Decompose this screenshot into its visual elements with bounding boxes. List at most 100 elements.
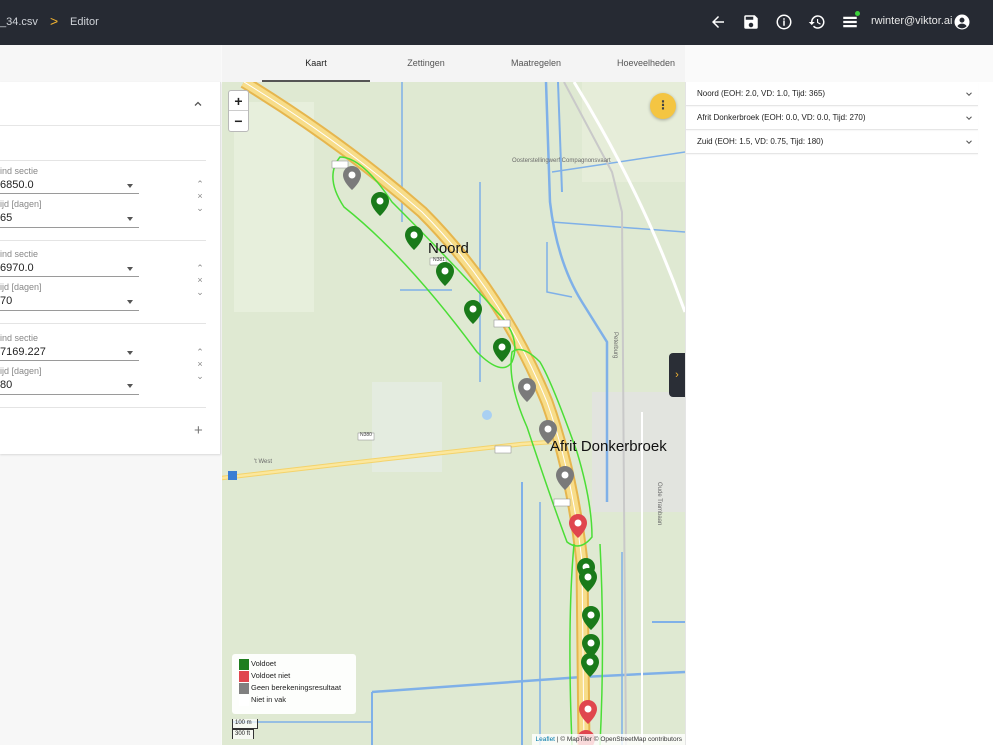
accordion-item-noord[interactable]: Noord (EOH: 2.0, VD: 1.0, Tijd: 365) — [686, 82, 978, 106]
map-scale: 100 m 300 ft — [232, 719, 258, 739]
field-eind-sectie[interactable]: 6850.0 — [0, 179, 34, 191]
legend-item: Voldoet — [236, 658, 352, 670]
tab-zettingen[interactable]: Zettingen — [371, 45, 481, 82]
row-reorder-down-icon[interactable]: ⌄ — [194, 204, 206, 213]
row-divider — [0, 407, 206, 408]
sections-card: ind sectie 6850.0 ijd [dagen] 65 ⌃ × ⌄ i… — [0, 82, 221, 454]
map-place-label: Oude Trambaan — [656, 482, 662, 526]
attribution-text: | © MapTiler © OpenStreetMap contributor… — [555, 736, 682, 743]
legend-swatch-green — [239, 659, 249, 670]
field-underline — [0, 394, 139, 395]
map-place-label: Peterburg — [612, 332, 618, 359]
field-eind-sectie[interactable]: 6970.0 — [0, 262, 34, 274]
chevron-up-icon[interactable] — [192, 98, 204, 110]
legend-swatch-red — [239, 671, 249, 682]
field-underline — [0, 276, 139, 277]
field-label-eind-sectie: ind sectie — [0, 249, 39, 259]
map-menu-button[interactable]: ⋮ — [650, 93, 676, 119]
legend-swatch-white — [239, 695, 249, 706]
accordion-item-zuid[interactable]: Zuid (EOH: 1.5, VD: 0.75, Tijd: 180) — [686, 130, 978, 154]
road-shield-label: N381 — [433, 257, 445, 263]
legend-label: Geen berekeningsresultaat — [251, 683, 342, 692]
dropdown-caret-icon[interactable] — [127, 267, 133, 271]
breadcrumb-editor[interactable]: Editor — [70, 16, 99, 28]
status-dot — [855, 11, 860, 16]
breadcrumb-separator: > — [50, 13, 59, 29]
section-label-noord: Noord — [428, 240, 469, 257]
field-underline — [0, 360, 139, 361]
row-divider — [0, 160, 206, 161]
legend-item: Geen berekeningsresultaat — [236, 682, 352, 694]
row-reorder-icon[interactable]: ⌃ — [194, 264, 206, 273]
map-place-label: 't West — [254, 459, 273, 465]
legend-label: Niet in vak — [251, 695, 287, 704]
dropdown-caret-icon[interactable] — [127, 384, 133, 388]
field-eind-sectie[interactable]: 7169.227 — [0, 346, 46, 358]
chevron-down-icon[interactable] — [964, 89, 974, 99]
map-attribution: Leaflet | © MapTiler © OpenStreetMap con… — [532, 734, 685, 745]
scale-metric: 100 m — [232, 719, 258, 729]
zoom-in-button[interactable]: + — [229, 91, 248, 111]
chevron-down-icon[interactable] — [964, 137, 974, 147]
field-label-eind-sectie: ind sectie — [0, 333, 39, 343]
remove-row-icon[interactable]: × — [194, 192, 206, 201]
accordion-label: Afrit Donkerbroek (EOH: 0.0, VD: 0.0, Ti… — [697, 113, 866, 122]
field-underline — [0, 193, 139, 194]
field-label-tijd: ijd [dagen] — [0, 199, 42, 209]
remove-row-icon[interactable]: × — [194, 360, 206, 369]
map-place-label: Oosterstellingwerf Compagnonsvaart — [512, 158, 611, 164]
view-tabs: Kaart Zettingen Maatregelen Hoeveelheden — [222, 45, 685, 82]
map-view[interactable]: Oosterstellingwerf Compagnonsvaart Peter… — [222, 82, 685, 745]
road-shield-label: N380 — [360, 432, 372, 438]
dropdown-caret-icon[interactable] — [127, 217, 133, 221]
field-label-tijd: ijd [dagen] — [0, 366, 42, 376]
accordion-label: Zuid (EOH: 1.5, VD: 0.75, Tijd: 180) — [697, 137, 824, 146]
back-arrow-icon[interactable] — [709, 13, 727, 31]
leaflet-link[interactable]: Leaflet — [535, 736, 555, 743]
legend-swatch-grey — [239, 683, 249, 694]
info-icon[interactable] — [775, 13, 793, 31]
remove-row-icon[interactable]: × — [194, 276, 206, 285]
chevron-down-icon[interactable] — [964, 113, 974, 123]
dropdown-caret-icon[interactable] — [127, 184, 133, 188]
row-reorder-icon[interactable]: ⌃ — [194, 180, 206, 189]
card-header[interactable] — [0, 82, 221, 126]
user-email[interactable]: rwinter@viktor.ai — [871, 15, 952, 27]
legend-label: Voldoet niet — [251, 671, 291, 680]
sections-summary-panel: Noord (EOH: 2.0, VD: 1.0, Tijd: 365) Afr… — [685, 82, 993, 745]
breadcrumb-file[interactable]: _34.csv — [0, 16, 38, 28]
tab-maatregelen[interactable]: Maatregelen — [481, 45, 591, 82]
legend-item: Voldoet niet — [236, 670, 352, 682]
row-reorder-down-icon[interactable]: ⌄ — [194, 372, 206, 381]
save-icon[interactable] — [742, 13, 760, 31]
tab-kaart[interactable]: Kaart — [261, 45, 371, 82]
field-underline — [0, 310, 139, 311]
field-label-eind-sectie: ind sectie — [0, 166, 39, 176]
field-tijd[interactable]: 80 — [0, 379, 12, 391]
history-icon[interactable] — [808, 13, 826, 31]
row-reorder-icon[interactable]: ⌃ — [194, 348, 206, 357]
dropdown-caret-icon[interactable] — [127, 351, 133, 355]
add-row-button[interactable]: + — [194, 422, 203, 439]
account-icon[interactable] — [953, 13, 971, 31]
tab-hoeveelheden[interactable]: Hoeveelheden — [591, 45, 701, 82]
accordion-item-afrit-donkerbroek[interactable]: Afrit Donkerbroek (EOH: 0.0, VD: 0.0, Ti… — [686, 106, 978, 130]
row-reorder-down-icon[interactable]: ⌄ — [194, 288, 206, 297]
map-legend: Voldoet Voldoet niet Geen berekeningsres… — [232, 654, 356, 714]
section-label-afrit: Afrit Donkerbroek — [550, 438, 667, 455]
dropdown-caret-icon[interactable] — [127, 300, 133, 304]
field-underline — [0, 227, 139, 228]
app-header: _34.csv > Editor rwinter@viktor.ai — [0, 0, 993, 45]
zoom-out-button[interactable]: − — [229, 111, 248, 131]
accordion-label: Noord (EOH: 2.0, VD: 1.0, Tijd: 365) — [697, 89, 826, 98]
field-tijd[interactable]: 70 — [0, 295, 12, 307]
row-divider — [0, 323, 206, 324]
panel-toggle-button[interactable]: › — [669, 353, 685, 397]
legend-label: Voldoet — [251, 659, 277, 668]
row-divider — [0, 240, 206, 241]
legend-item: Niet in vak — [236, 694, 352, 706]
field-label-tijd: ijd [dagen] — [0, 282, 42, 292]
zoom-control: + − — [228, 90, 249, 132]
field-tijd[interactable]: 65 — [0, 212, 12, 224]
map-canvas[interactable] — [222, 82, 685, 745]
